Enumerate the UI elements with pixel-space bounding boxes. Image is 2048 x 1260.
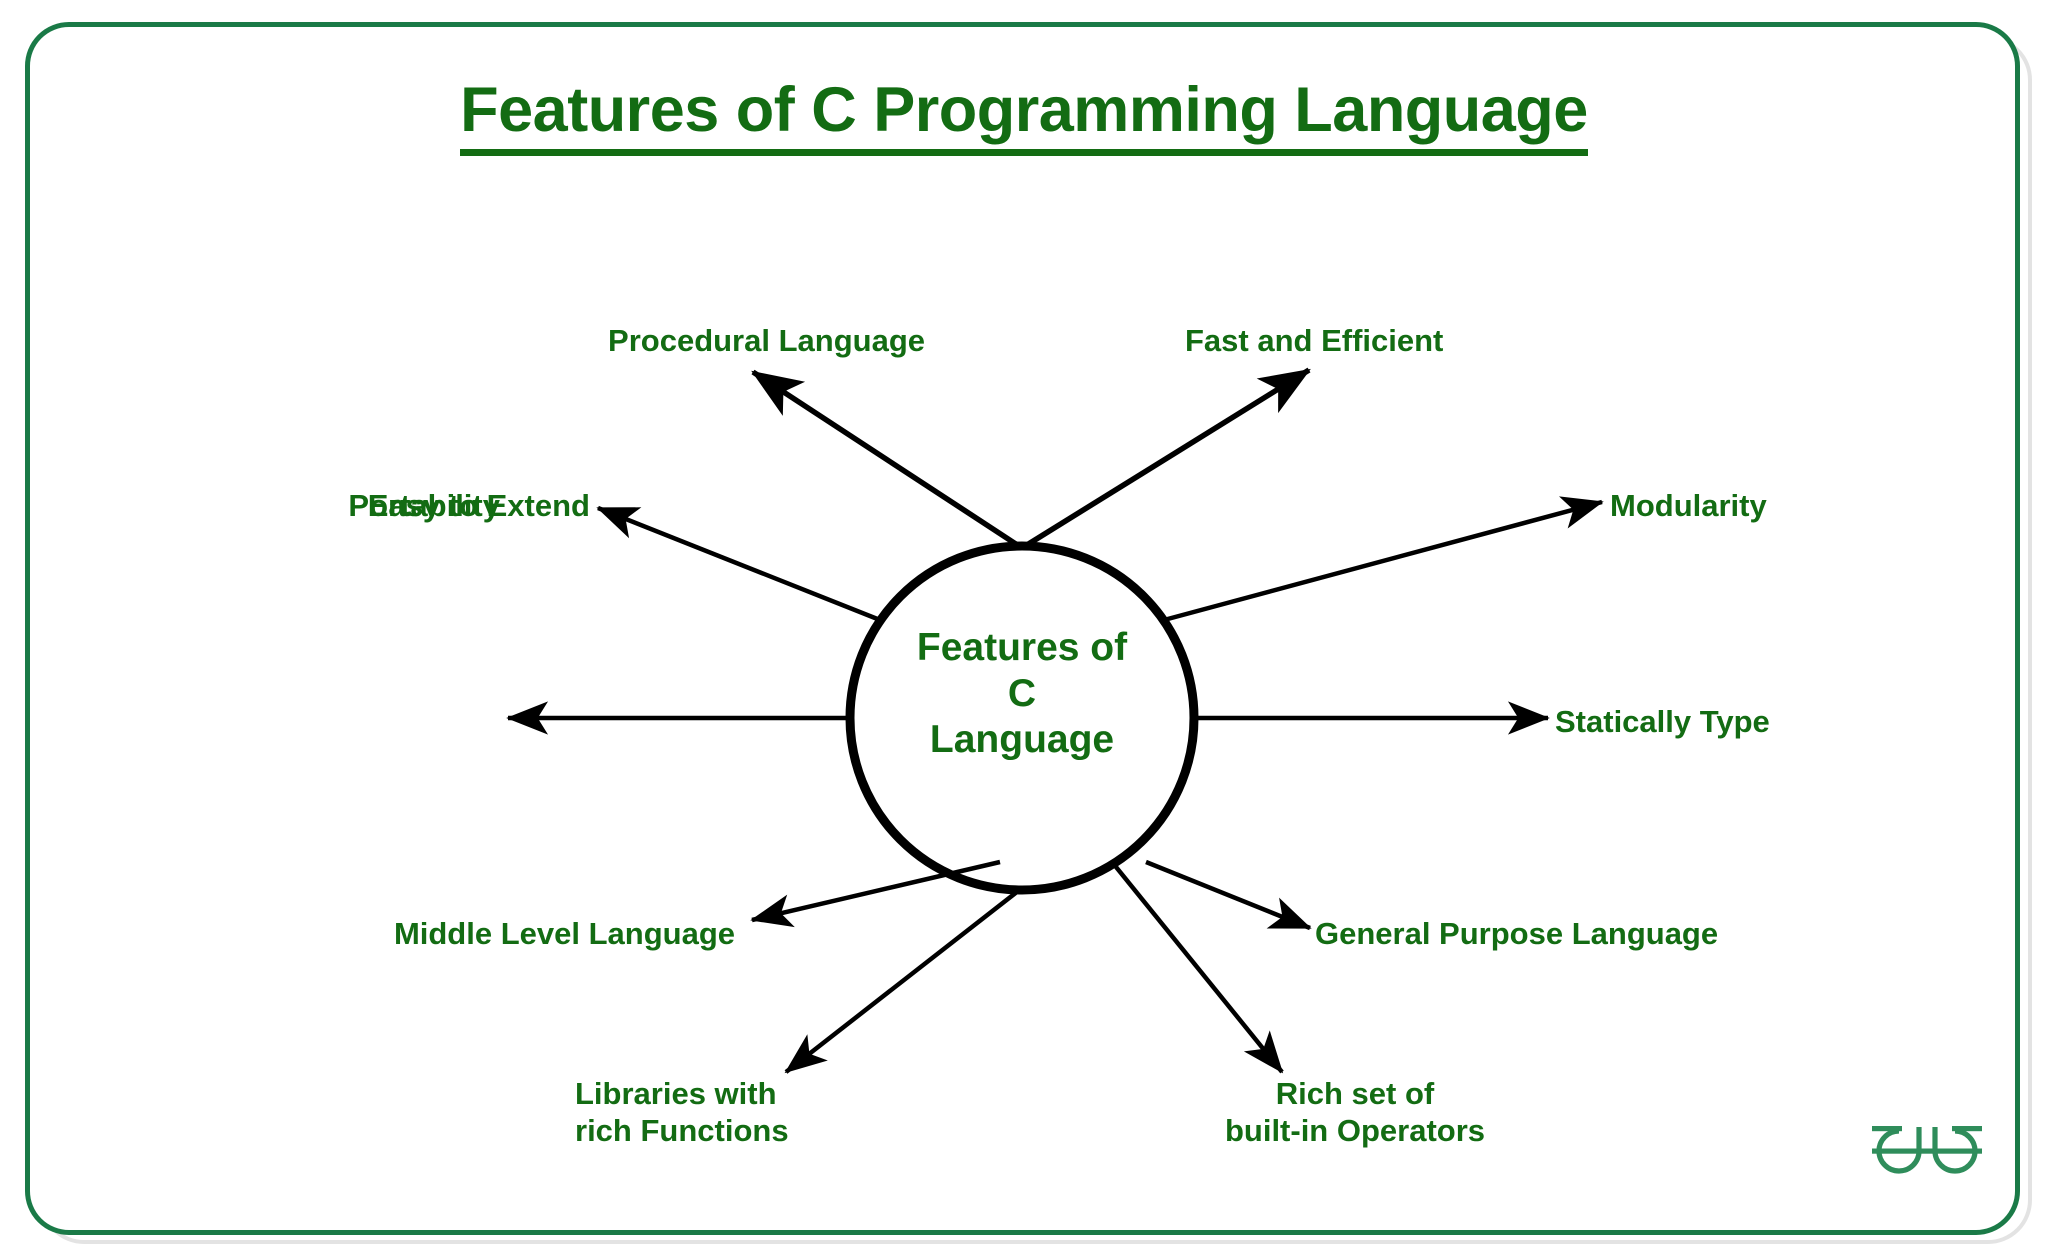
diagram-canvas: Features of C Programming Language Featu… bbox=[0, 0, 2048, 1260]
node-label-general-purpose-language: General Purpose Language bbox=[1315, 916, 1719, 951]
node-label-libraries-with-rich-functions: Libraries with rich Functions bbox=[575, 1076, 789, 1149]
node-label-portability: Portability bbox=[348, 488, 500, 523]
connector-modularity bbox=[1163, 496, 1604, 623]
node-label-procedural-language: Procedural Language bbox=[608, 323, 925, 358]
node-label-modularity: Modularity bbox=[1610, 488, 1767, 523]
hub-label-line3: Language bbox=[929, 718, 1115, 762]
geeksforgeeks-logo bbox=[1872, 1126, 1982, 1174]
connector-procedural bbox=[751, 369, 1024, 551]
connector-middle-level bbox=[750, 859, 1001, 928]
hub-label-line1: Features of bbox=[916, 626, 1128, 669]
connector-general bbox=[1145, 859, 1312, 931]
logo-crossbar bbox=[1872, 1148, 1982, 1154]
logo-left-serif bbox=[1872, 1126, 1902, 1132]
connector-rich bbox=[1110, 860, 1284, 1074]
hub-label: Features of C Language bbox=[852, 625, 1192, 763]
node-label-fast-and-efficient: Fast and Efficient bbox=[1185, 323, 1444, 358]
connector-libraries bbox=[784, 886, 1024, 1074]
hub-label-line2: C bbox=[1007, 672, 1037, 716]
node-label-middle-level-language: Middle Level Language bbox=[393, 916, 735, 951]
connector-easy bbox=[596, 505, 881, 623]
node-label-rich-set-of-builtin-operators: Rich set of built-in Operators bbox=[1224, 1076, 1486, 1149]
logo-right-serif bbox=[1952, 1126, 1982, 1132]
node-label-statically-type: Statically Type bbox=[1555, 704, 1770, 739]
connector-fast bbox=[1020, 367, 1311, 551]
